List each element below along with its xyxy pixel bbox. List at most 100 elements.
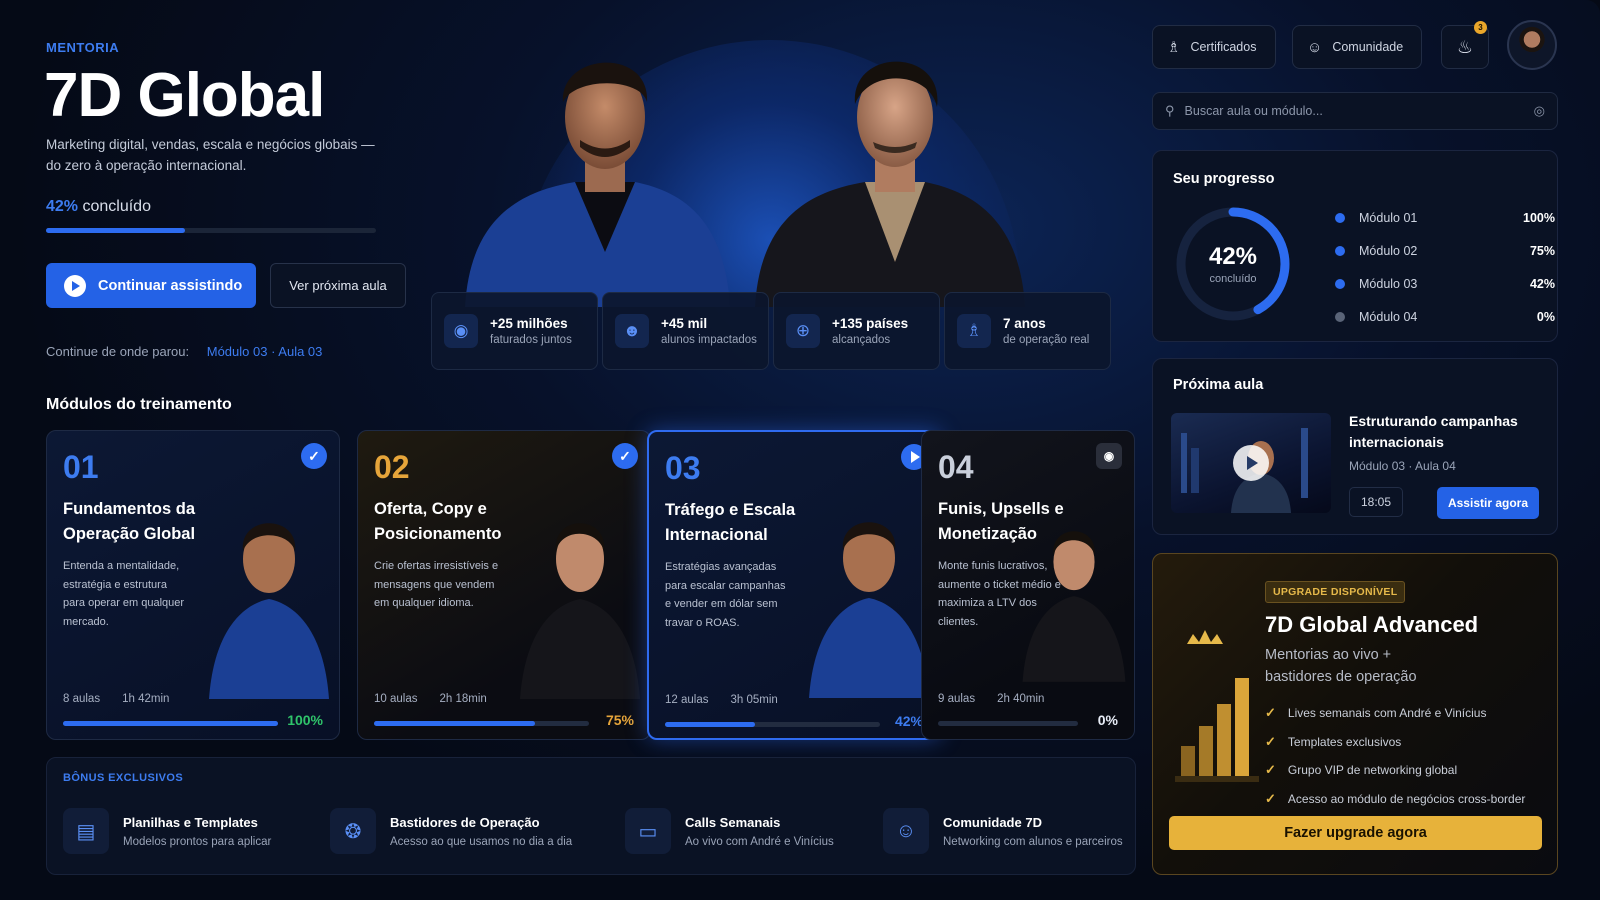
upgrade-feature-list: ✓ Lives semanais com André e Vinícius ✓ Te… xyxy=(1265,699,1525,813)
stat-value: +135 países xyxy=(832,316,909,331)
lesson-thumbnail[interactable] xyxy=(1171,413,1331,513)
globe-icon: ⊕ xyxy=(786,314,820,348)
community-icon: ☺ xyxy=(1307,38,1323,56)
hero-people-illustration xyxy=(465,61,1025,307)
progress-ring-label: concluído xyxy=(1209,273,1257,285)
document-icon: ▤ xyxy=(63,808,109,854)
stat-value: 7 anos xyxy=(1003,316,1046,331)
module-instructor-image xyxy=(809,522,929,698)
upgrade-button[interactable]: Fazer upgrade agora xyxy=(1169,816,1542,850)
course-progress-label: 42% concluído xyxy=(46,198,151,216)
check-icon: ✓ xyxy=(1265,733,1276,749)
module-progress-bar xyxy=(665,722,880,727)
module-title: Fundamentos da Operação Global xyxy=(63,500,196,543)
module-duration: 2h 40min xyxy=(997,693,1045,705)
module-card-01[interactable]: 01 Fundamentos da Operação Global Entend… xyxy=(46,430,340,740)
stat-value: +45 mil xyxy=(661,316,708,331)
bonus-item-title: Calls Semanais xyxy=(685,814,781,830)
search-icon: ⚲ xyxy=(1165,103,1175,118)
check-icon: ✓ xyxy=(612,443,638,469)
bonus-item-sub: Ao vivo com André e Vinícius xyxy=(685,835,834,848)
module-lessons: 9 aulas xyxy=(938,693,976,705)
feature-label: Acesso ao módulo de negócios cross-borde… xyxy=(1287,791,1526,806)
list-item: ✓ Acesso ao módulo de negócios cross-bord… xyxy=(1265,785,1525,814)
status-dot xyxy=(1335,278,1345,289)
bonus-item[interactable]: ❂ Bastidores de Operação Acesso ao que us… xyxy=(330,808,572,854)
bonus-item-title: Planilhas e Templates xyxy=(123,814,258,830)
continue-watching-button[interactable]: Continuar assistindo xyxy=(46,263,256,308)
bell-icon: ♨ xyxy=(1456,36,1474,57)
trophy-icon: ♗ xyxy=(957,314,991,348)
users-icon: ☻ xyxy=(615,314,649,348)
progress-panel: Seu progresso 42% concluído Módulo 01 100… xyxy=(1152,150,1558,342)
bonus-item-sub: Acesso ao que usamos no dia a dia xyxy=(390,835,573,848)
module-title: Funis, Upsells e Monetização xyxy=(938,500,1064,543)
module-progress-fill xyxy=(665,722,756,727)
bonus-item-sub: Modelos prontos para aplicar xyxy=(123,835,272,848)
bonus-title: BÔNUS EXCLUSIVOS xyxy=(63,772,184,784)
module-progress-pct: 0% xyxy=(1097,712,1118,728)
filter-icon[interactable]: ◎ xyxy=(1534,103,1545,119)
community-button[interactable]: ☺ Comunidade xyxy=(1292,25,1422,69)
certificates-button[interactable]: ♗ Certificados xyxy=(1152,25,1276,69)
compass-icon: ❂ xyxy=(330,808,376,854)
page-title: 7D Global xyxy=(44,61,325,130)
bonus-item[interactable]: ☺ Comunidade 7D Networking com alunos e p… xyxy=(883,808,1123,854)
modules-section-title: Módulos do treinamento xyxy=(46,396,232,413)
avatar[interactable] xyxy=(1507,20,1557,70)
module-number: 02 xyxy=(374,449,410,485)
module-meta: 12 aulas 3h 05min xyxy=(665,694,778,706)
notification-badge: 3 xyxy=(1474,21,1487,34)
bonus-panel: BÔNUS EXCLUSIVOS ▤ Planilhas e Templates… xyxy=(46,757,1136,875)
monitor-icon: ▭ xyxy=(625,808,671,854)
bonus-item[interactable]: ▤ Planilhas e Templates Modelos prontos p… xyxy=(63,808,271,854)
progress-panel-title: Seu progresso xyxy=(1173,171,1275,187)
continue-watching-label: Continuar assistindo xyxy=(98,277,243,294)
stats-bar: ◉ +25 milhões faturados juntos ☻ +45 mil a… xyxy=(431,292,1111,370)
module-title: Tráfego e Escala Internacional xyxy=(665,501,796,544)
module-lessons: 12 aulas xyxy=(665,694,709,706)
check-icon: ✓ xyxy=(1265,705,1276,721)
search-input[interactable] xyxy=(1184,104,1524,118)
bonus-item-sub: Networking com alunos e parceiros xyxy=(943,835,1123,848)
module-description: Entenda a mentalidade, estratégia e estr… xyxy=(63,560,185,628)
course-progress-suffix: concluído xyxy=(82,198,151,215)
module-progress-list: Módulo 01 100% Módulo 02 75% Módulo 03 42% … xyxy=(1335,201,1555,333)
module-meta: 8 aulas 1h 42min xyxy=(63,693,169,705)
next-lesson-button[interactable]: Ver próxima aula xyxy=(270,263,406,308)
feature-label: Grupo VIP de networking global xyxy=(1287,763,1458,778)
growth-chart-graphic xyxy=(1175,630,1259,782)
stat-label: alcançados xyxy=(832,334,891,346)
resume-link[interactable]: Módulo 03 · Aula 03 xyxy=(207,344,323,359)
module-card-04[interactable]: 04 Funis, Upsells e Monetização Monte fu… xyxy=(921,430,1135,740)
trophy-icon: ♗ xyxy=(1167,39,1181,56)
stat-value: +25 milhões xyxy=(490,316,568,331)
list-item: ✓ Grupo VIP de networking global xyxy=(1265,756,1525,785)
stat-card: ◉ +25 milhões faturados juntos xyxy=(431,292,598,370)
watch-now-button[interactable]: Assistir agora xyxy=(1437,487,1539,519)
upgrade-panel: UPGRADE DISPONÍVEL 7D Global Advanced Me… xyxy=(1152,553,1558,875)
module-description: Monte funis lucrativos, aumente o ticket… xyxy=(938,560,1061,628)
play-icon[interactable] xyxy=(1233,445,1269,481)
module-progress-pct: 42% xyxy=(894,713,923,729)
module-title: Oferta, Copy e Posicionamento xyxy=(374,500,502,543)
progress-ring-text: 42% concluído xyxy=(1173,243,1293,285)
resume-label: Continue de onde parou: xyxy=(46,344,190,359)
module-card-02[interactable]: 02 Oferta, Copy e Posicionamento Crie of… xyxy=(357,430,651,740)
module-number: 01 xyxy=(63,449,99,485)
module-card-03[interactable]: 03 Tráfego e Escala Internacional Estrat… xyxy=(647,430,941,740)
module-instructor-image xyxy=(520,523,640,699)
resume-row: Continue de onde parou: Módulo 03 · Aula… xyxy=(46,344,322,359)
module-number: 03 xyxy=(665,450,701,486)
upgrade-subtitle: Mentorias ao vivo + bastidores de operaç… xyxy=(1265,647,1417,685)
check-icon: ✓ xyxy=(1265,762,1276,778)
module-duration: 2h 18min xyxy=(439,693,487,705)
module-number: 04 xyxy=(938,449,974,485)
upgrade-tag: UPGRADE DISPONÍVEL xyxy=(1265,581,1406,603)
bonus-item[interactable]: ▭ Calls Semanais Ao vivo com André e Viní… xyxy=(625,808,834,854)
next-lesson-panel: Próxima aula Estruturando campanhas inte… xyxy=(1152,358,1558,535)
stat-label: de operação real xyxy=(1003,334,1090,346)
next-lesson-subtitle: Módulo 03 · Aula 04 xyxy=(1349,459,1456,473)
module-progress-pct: 75% xyxy=(605,712,634,728)
module-description: Estratégias avançadas para escalar campa… xyxy=(665,561,786,629)
